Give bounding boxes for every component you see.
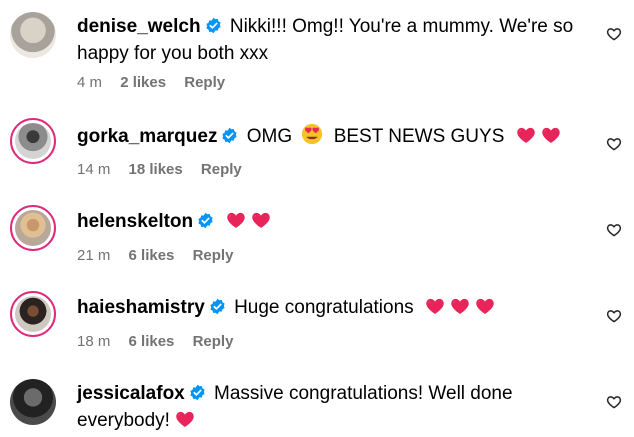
red-heart-emoji xyxy=(541,125,561,145)
comment-time: 18 m xyxy=(77,333,111,350)
likes-count[interactable]: 2 likes xyxy=(120,74,166,91)
username[interactable]: helenskelton xyxy=(77,211,193,232)
comment-time: 21 m xyxy=(77,247,111,264)
heart-outline-icon[interactable] xyxy=(606,308,622,324)
red-heart-emoji xyxy=(251,210,271,230)
likes-count[interactable]: 18 likes xyxy=(129,161,183,178)
red-heart-emoji xyxy=(425,296,445,316)
heart-outline-icon[interactable] xyxy=(606,394,622,410)
verified-badge-icon xyxy=(209,298,226,315)
comment-text-part1: OMG xyxy=(246,126,293,147)
heart-outline-icon[interactable] xyxy=(606,26,622,42)
comment-text: Huge congratulations xyxy=(234,297,414,318)
verified-badge-icon xyxy=(197,212,214,229)
username[interactable]: denise_welch xyxy=(77,16,201,37)
comment-time: 4 m xyxy=(77,74,103,91)
likes-count[interactable]: 6 likes xyxy=(129,333,175,350)
reply-button[interactable]: Reply xyxy=(193,333,234,350)
heart-eyes-emoji xyxy=(301,123,323,145)
red-heart-emoji xyxy=(475,296,495,316)
likes-count[interactable]: 6 likes xyxy=(129,247,175,264)
red-heart-emoji xyxy=(226,210,246,230)
avatar[interactable] xyxy=(10,291,56,337)
username[interactable]: gorka_marquez xyxy=(77,126,217,147)
avatar[interactable] xyxy=(10,205,56,251)
verified-badge-icon xyxy=(189,384,206,401)
username[interactable]: jessicalafox xyxy=(77,383,185,404)
avatar[interactable] xyxy=(10,12,56,58)
comment-text-part2: BEST NEWS GUYS xyxy=(333,126,505,147)
avatar[interactable] xyxy=(10,379,56,425)
red-heart-emoji xyxy=(516,125,536,145)
heart-outline-icon[interactable] xyxy=(606,136,622,152)
username[interactable]: haieshamistry xyxy=(77,297,205,318)
red-heart-emoji xyxy=(450,296,470,316)
red-heart-emoji xyxy=(175,409,195,429)
reply-button[interactable]: Reply xyxy=(184,74,225,91)
comment-time: 14 m xyxy=(77,161,111,178)
reply-button[interactable]: Reply xyxy=(193,247,234,264)
verified-badge-icon xyxy=(205,17,222,34)
verified-badge-icon xyxy=(221,127,238,144)
avatar[interactable] xyxy=(10,118,56,164)
heart-outline-icon[interactable] xyxy=(606,222,622,238)
reply-button[interactable]: Reply xyxy=(201,161,242,178)
